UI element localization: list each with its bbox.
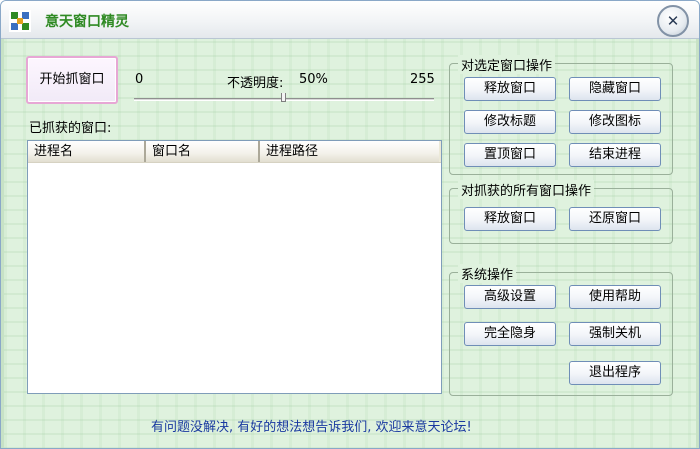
column-window-name[interactable]: 窗口名: [146, 141, 260, 162]
title-bar[interactable]: 意天窗口精灵 ✕: [1, 1, 699, 39]
force-shutdown-button[interactable]: 强制关机: [569, 322, 661, 346]
release-window-button[interactable]: 释放窗口: [464, 77, 556, 101]
slider-max-label: 255: [410, 72, 435, 87]
full-stealth-button[interactable]: 完全隐身: [464, 322, 556, 346]
start-capture-button[interactable]: 开始抓窗口: [26, 56, 118, 104]
main-window: 意天窗口精灵 ✕ 开始抓窗口 0 不透明度: 50% 255 已抓获的窗口: 进…: [0, 0, 700, 449]
close-icon: ✕: [666, 12, 680, 30]
window-title: 意天窗口精灵: [45, 14, 129, 30]
column-process-path[interactable]: 进程路径: [260, 141, 439, 162]
group-title-system: 系统操作: [458, 264, 517, 283]
list-header: 进程名 窗口名 进程路径: [28, 141, 441, 163]
opacity-label: 不透明度:: [227, 76, 284, 91]
slider-min-label: 0: [135, 72, 144, 87]
modify-title-button[interactable]: 修改标题: [464, 110, 556, 134]
hide-window-button[interactable]: 隐藏窗口: [569, 77, 661, 101]
release-all-button[interactable]: 释放窗口: [464, 207, 556, 231]
restore-windows-button[interactable]: 还原窗口: [569, 207, 661, 231]
topmost-window-button[interactable]: 置顶窗口: [464, 143, 556, 167]
opacity-value: 50%: [299, 72, 328, 87]
opacity-slider-thumb[interactable]: [281, 93, 286, 102]
advanced-settings-button[interactable]: 高级设置: [464, 285, 556, 309]
forum-link-text[interactable]: 有问题没解决, 有好的想法想告诉我们, 欢迎来意天论坛!: [151, 416, 472, 435]
exit-program-button[interactable]: 退出程序: [569, 361, 661, 385]
captured-windows-list[interactable]: 进程名 窗口名 进程路径: [27, 140, 442, 394]
column-process-name[interactable]: 进程名: [28, 141, 146, 162]
kill-process-button[interactable]: 结束进程: [569, 143, 661, 167]
close-button[interactable]: ✕: [657, 5, 689, 37]
app-logo-icon: [9, 10, 31, 32]
group-title-selected: 对选定窗口操作: [458, 55, 556, 74]
help-button[interactable]: 使用帮助: [569, 285, 661, 309]
captured-windows-label: 已抓获的窗口:: [29, 121, 112, 136]
modify-icon-button[interactable]: 修改图标: [569, 110, 661, 134]
group-title-all: 对抓获的所有窗口操作: [458, 180, 595, 199]
